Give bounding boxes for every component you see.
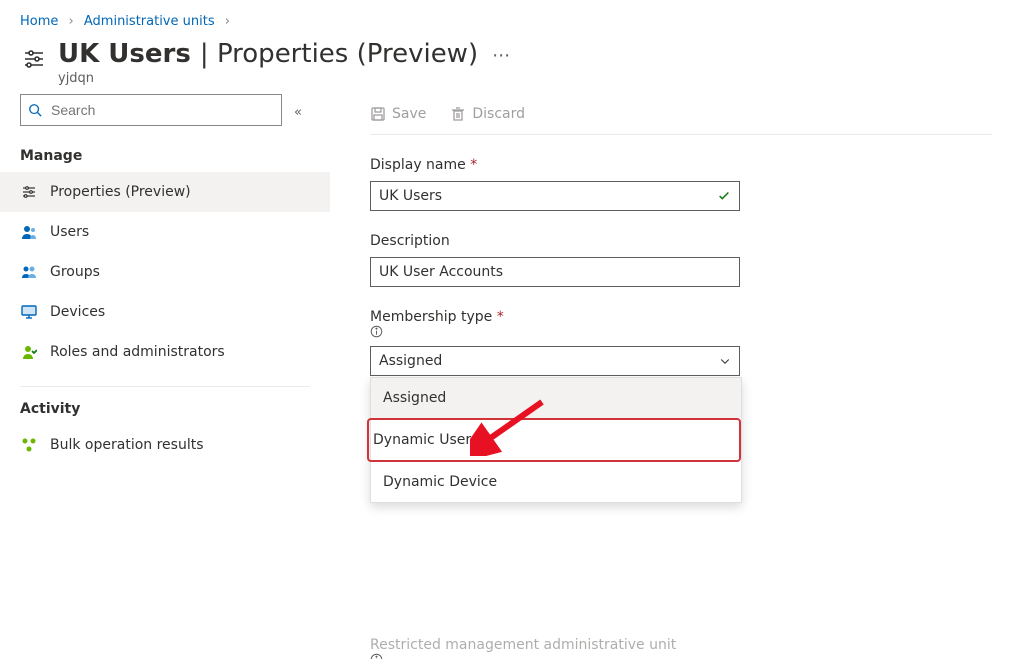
save-label: Save xyxy=(392,106,426,122)
nav-bulk-results[interactable]: Bulk operation results xyxy=(0,425,330,465)
sliders-icon xyxy=(20,183,38,201)
field-description: Description UK User Accounts xyxy=(370,233,992,287)
membership-type-label: Membership type * xyxy=(370,309,992,338)
display-name-label: Display name * xyxy=(370,157,992,173)
nav-list-manage: Properties (Preview) Users Groups Device… xyxy=(0,172,330,372)
save-button[interactable]: Save xyxy=(370,106,426,122)
nav-roles[interactable]: Roles and administrators xyxy=(0,332,330,372)
breadcrumb-admin-units[interactable]: Administrative units xyxy=(84,14,215,29)
main-content: Save Discard Display name * UK Users Des… xyxy=(310,94,1012,376)
field-restricted-mgmt: Restricted management administrative uni… xyxy=(370,637,680,659)
nav-users[interactable]: Users xyxy=(0,212,330,252)
nav-section-activity: Activity xyxy=(20,386,310,417)
page-title: UK Users | Properties (Preview) xyxy=(58,39,478,69)
chevron-down-icon xyxy=(719,355,731,367)
discard-label: Discard xyxy=(472,106,525,122)
nav-label: Users xyxy=(50,224,89,240)
nav-label: Groups xyxy=(50,264,100,280)
tenant-label: yjdqn xyxy=(58,71,478,86)
info-icon[interactable] xyxy=(370,325,992,338)
sliders-icon xyxy=(20,45,48,73)
description-input[interactable]: UK User Accounts xyxy=(370,257,740,287)
search-input[interactable] xyxy=(49,101,281,119)
breadcrumb: Home › Administrative units › xyxy=(0,0,1012,35)
search-input-wrapper xyxy=(20,94,282,126)
nav-label: Devices xyxy=(50,304,105,320)
membership-option-dynamic-user[interactable]: Dynamic User xyxy=(367,418,741,462)
nav-label: Roles and administrators xyxy=(50,344,225,360)
toolbar: Save Discard xyxy=(370,94,992,135)
membership-option-assigned[interactable]: Assigned xyxy=(371,378,741,418)
restricted-mgmt-label: Restricted management administrative uni… xyxy=(370,637,680,659)
required-asterisk-icon: * xyxy=(497,309,504,325)
chevron-right-icon: › xyxy=(69,14,74,29)
field-membership-type: Membership type * Assigned Assigned Dyna… xyxy=(370,309,992,376)
people-icon xyxy=(20,263,38,281)
collapse-sidebar-button[interactable]: « xyxy=(294,105,302,120)
discard-button[interactable]: Discard xyxy=(450,106,525,122)
membership-option-dynamic-device[interactable]: Dynamic Device xyxy=(371,462,741,502)
page-header: UK Users | Properties (Preview) yjdqn ⋯ xyxy=(0,35,1012,94)
chevron-right-icon: › xyxy=(225,14,230,29)
nav-list-activity: Bulk operation results xyxy=(0,425,330,465)
annotation-arrow-icon xyxy=(470,396,550,456)
sidebar: « Manage Properties (Preview) Users Gro xyxy=(0,94,310,465)
required-asterisk-icon: * xyxy=(470,157,477,173)
more-icon[interactable]: ⋯ xyxy=(492,45,511,66)
checkmark-icon xyxy=(717,189,731,203)
save-icon xyxy=(370,106,386,122)
nav-groups[interactable]: Groups xyxy=(0,252,330,292)
description-label: Description xyxy=(370,233,992,249)
display-name-value: UK Users xyxy=(379,188,442,204)
admin-icon xyxy=(20,343,38,361)
trash-icon xyxy=(450,106,466,122)
display-name-input[interactable]: UK Users xyxy=(370,181,740,211)
user-icon xyxy=(20,223,38,241)
nav-devices[interactable]: Devices xyxy=(0,292,330,332)
membership-type-select[interactable]: Assigned Assigned Dynamic User Dynamic D… xyxy=(370,346,740,376)
nav-section-manage: Manage xyxy=(20,148,310,164)
search-icon xyxy=(21,103,49,117)
nav-label: Bulk operation results xyxy=(50,437,204,453)
info-icon[interactable] xyxy=(370,653,680,659)
membership-type-dropdown: Assigned Dynamic User Dynamic Device xyxy=(370,377,742,503)
description-value: UK User Accounts xyxy=(379,264,503,280)
membership-type-value: Assigned xyxy=(379,353,442,369)
field-display-name: Display name * UK Users xyxy=(370,157,992,211)
nav-label: Properties (Preview) xyxy=(50,184,191,200)
monitor-icon xyxy=(20,303,38,321)
nav-properties[interactable]: Properties (Preview) xyxy=(0,172,330,212)
breadcrumb-home[interactable]: Home xyxy=(20,14,58,29)
nodes-icon xyxy=(20,436,38,454)
